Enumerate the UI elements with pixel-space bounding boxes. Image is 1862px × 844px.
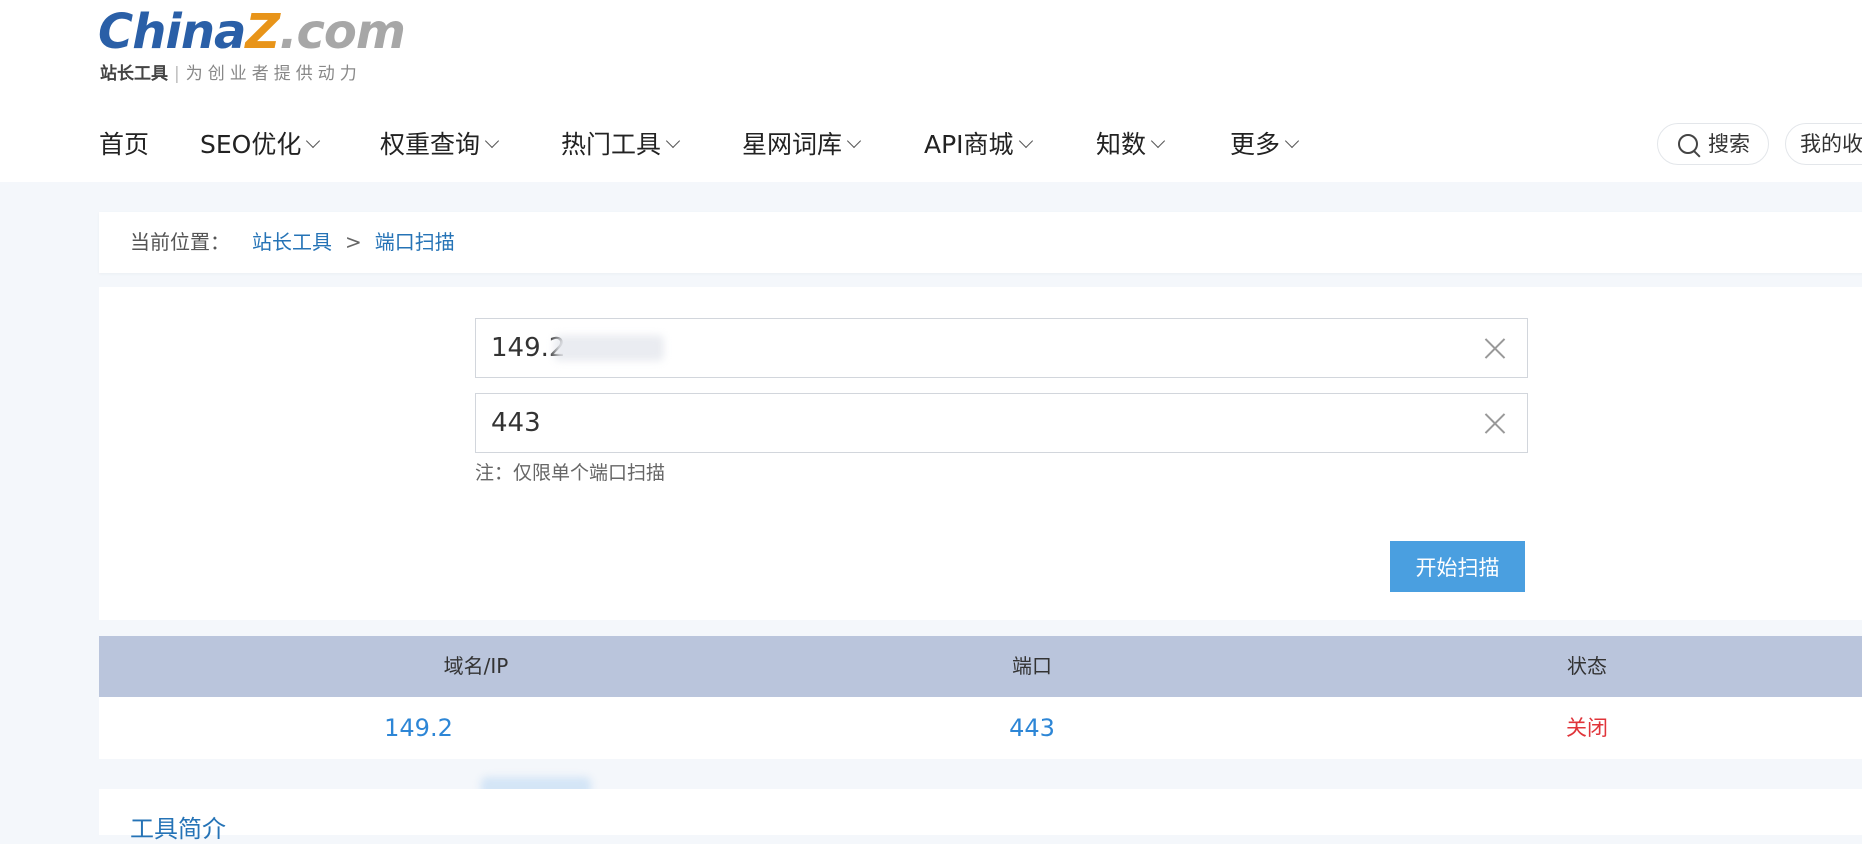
chevron-down-icon [1018,133,1033,149]
scan-form-card: 注：仅限单个端口扫描 开始扫描 [99,287,1862,620]
logo-sub-main: 站长工具 [100,64,168,84]
tool-intro-card: 工具简介 [99,789,1862,843]
logo-wordmark: ChinaZ.com [98,4,406,60]
main-nav: 首页 SEO优化 权重查询 热门工具 星网词库 API商城 知数 更多 [0,125,1400,165]
nav-item-label: 热门工具 [561,130,662,159]
logo-brand-z: Z [245,4,280,60]
nav-item-label: API商城 [924,130,1014,159]
chevron-down-icon [846,133,862,149]
search-button[interactable]: 搜索 [1657,123,1769,165]
logo-brand-tail: .com [279,4,406,60]
result-host-cell: 149.2 [276,697,676,799]
logo-divider: | [174,64,180,84]
logo-subtitle: 站长工具 | 为创业者提供动力 [100,64,362,84]
redacted-host-mask [554,335,664,361]
close-icon[interactable] [1483,336,1507,360]
nav-item-label: 更多 [1230,130,1281,159]
column-header-host: 域名/IP [443,654,509,678]
column-header-port: 端口 [1012,654,1052,678]
nav-item-keywords[interactable]: 星网词库 [742,125,862,165]
nav-item-label: 知数 [1096,130,1147,159]
search-icon [1678,134,1698,154]
favorites-label: 我的收藏 [1800,132,1862,156]
chevron-down-icon [665,133,681,149]
table-header: 域名/IP 端口 状态 [99,636,1862,697]
chinaz-logo[interactable]: ChinaZ.com 站长工具 | 为创业者提供动力 [98,4,418,84]
favorites-button[interactable]: 我的收藏 [1785,123,1862,165]
result-port-value: 443 [1009,714,1055,742]
column-header-status: 状态 [1567,654,1607,678]
nav-item-label: 星网词库 [742,130,843,159]
tool-intro-title: 工具简介 [130,815,226,843]
nav-item-zhishu[interactable]: 知数 [1096,125,1166,165]
start-scan-button[interactable]: 开始扫描 [1390,541,1525,592]
search-label: 搜索 [1708,132,1750,156]
chevron-down-icon [484,133,500,149]
result-table: 域名/IP 端口 状态 149.2 443 关闭 [99,636,1862,799]
breadcrumb: 当前位置： 站长工具 > 端口扫描 [99,212,1862,273]
nav-item-seo[interactable]: SEO优化 [200,125,321,165]
chevron-down-icon [1150,133,1166,149]
close-icon[interactable] [1483,411,1507,435]
chevron-down-icon [1284,133,1300,149]
nav-item-hot-tools[interactable]: 热门工具 [561,125,681,165]
breadcrumb-label: 当前位置： [130,230,230,254]
breadcrumb-link-tools[interactable]: 站长工具 [252,230,332,254]
nav-item-weight[interactable]: 权重查询 [380,125,500,165]
nav-item-label: 权重查询 [380,130,481,159]
port-input[interactable] [476,394,1436,452]
nav-item-api[interactable]: API商城 [924,125,1033,165]
site-header: ChinaZ.com 站长工具 | 为创业者提供动力 首页 SEO优化 权重查询 热… [0,0,1862,182]
result-host-value: 149.2 [384,714,453,742]
chevron-down-icon [306,133,321,149]
breadcrumb-separator: > [345,230,362,254]
result-status-value: 关闭 [1566,716,1608,740]
logo-slogan: 为创业者提供动力 [185,64,362,84]
port-note: 注：仅限单个端口扫描 [475,462,666,484]
nav-item-label: SEO优化 [200,130,302,159]
nav-item-label: 首页 [99,130,150,159]
nav-item-home[interactable]: 首页 [99,125,149,165]
port-field [475,393,1528,453]
nav-item-more[interactable]: 更多 [1230,125,1300,165]
breadcrumb-link-port-scan[interactable]: 端口扫描 [375,230,455,254]
host-field [475,318,1528,378]
logo-brand-main: China [98,4,246,60]
